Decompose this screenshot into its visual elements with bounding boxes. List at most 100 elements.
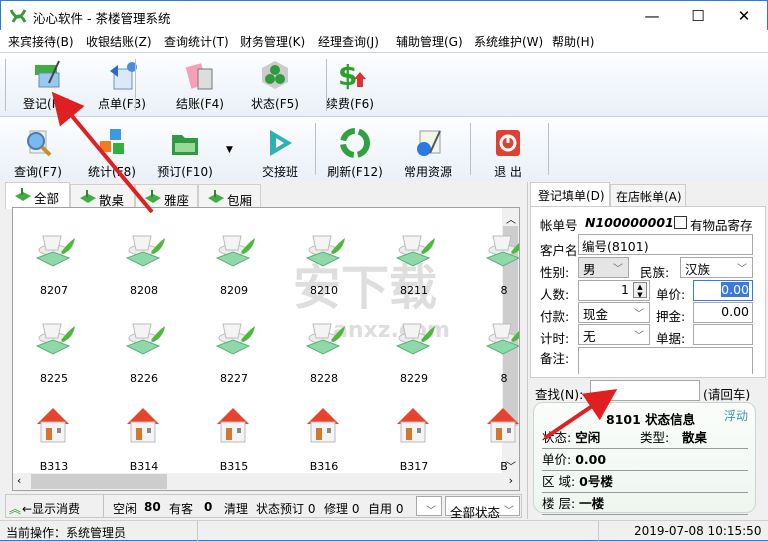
status-button[interactable]: 状态(F5) (240, 59, 310, 112)
room-tile[interactable]: 8 (459, 220, 519, 297)
room-tile[interactable]: 8226 (99, 308, 189, 385)
room-tile[interactable]: 8228 (279, 308, 369, 385)
refresh-button[interactable]: 刷新(F12) (320, 127, 390, 180)
stepper-arrows-icon[interactable]: ▲ ▼ (633, 282, 647, 299)
toolbar-label: 登记(F2) (23, 97, 71, 111)
tea-cup-icon (485, 323, 519, 355)
deposit-input[interactable]: 0.00 (693, 302, 753, 323)
timing-select[interactable]: 无 ﹀ (578, 324, 650, 345)
bill-no: N100000001 (585, 215, 674, 230)
find-input[interactable] (590, 380, 700, 401)
shift-handover-icon (270, 130, 292, 156)
exit-button[interactable]: 退 出 (473, 127, 543, 180)
svg-text:$: $ (338, 59, 357, 91)
status-dropdown-small[interactable]: ﹀ (416, 496, 442, 517)
tab-in-store-bills[interactable]: 在店帐单(A) (610, 184, 686, 206)
reserve-dropdown-arrow-icon[interactable]: ▼ (226, 145, 233, 155)
tab-1[interactable]: 散桌 (70, 184, 135, 209)
room-number: B317 (399, 460, 429, 473)
occupied-count: 0 (204, 500, 213, 514)
room-tile[interactable]: B315 (189, 396, 279, 473)
shift-handover-button[interactable]: 交接班 (245, 127, 315, 180)
house-icon (127, 408, 159, 443)
tea-cup-icon (125, 235, 165, 267)
tab-register-form[interactable]: 登记填单(D) (530, 182, 610, 206)
room-tile[interactable]: B317 (369, 396, 459, 473)
gender-select[interactable]: 男 ﹀ (578, 257, 629, 278)
tab-leaf-icon (145, 190, 161, 203)
ethnic-select[interactable]: 汉族 ﹀ (680, 257, 753, 278)
find-label: 查找(N): (535, 387, 584, 402)
menu-item[interactable]: 查询统计(T) (164, 33, 229, 50)
menu-item[interactable]: 收银结账(Z) (86, 33, 152, 50)
window-title: 沁心软件 - 茶楼管理系统 (33, 11, 171, 26)
toolbar-label: 退 出 (494, 165, 522, 179)
room-number: B313 (39, 460, 69, 473)
toolbar-primary: 登记(F2) 点单(F3) 结账(F4) 状态(F5) $ 续费(F6) (0, 52, 768, 116)
menu-item[interactable]: 系统维护(W) (474, 33, 543, 50)
toolbar-secondary: 查询(F7) 统计(F8) 预订(F10) 交接班 刷新(F12) 常用资源 退 出 ▼ (0, 116, 768, 181)
query-button[interactable]: 查询(F7) (3, 127, 73, 180)
room-tile[interactable]: 8 (459, 308, 519, 385)
status-filter-dropdown[interactable]: 全部状态 ﹀ (445, 496, 520, 520)
checkout-button[interactable]: 结账(F4) (165, 59, 235, 112)
chevron-up-icon[interactable]: ︽ (9, 500, 21, 517)
close-button[interactable]: ✕ (721, 1, 767, 31)
toolbar-label: 查询(F7) (14, 165, 62, 179)
statistics-button[interactable]: 统计(F8) (77, 127, 147, 180)
room-number: 8226 (130, 372, 158, 385)
room-tile[interactable]: 8208 (99, 220, 189, 297)
query-icon (27, 130, 52, 157)
receipt-label: 单据: (656, 331, 686, 346)
tea-cup-icon (395, 323, 435, 355)
maximize-button[interactable]: ☐ (675, 1, 721, 31)
checkout-icon (185, 63, 213, 90)
tab-leaf-icon (80, 190, 96, 203)
room-tile[interactable]: B (459, 396, 519, 473)
room-tile[interactable]: B313 (13, 396, 99, 473)
horizontal-scrollbar[interactable]: ‹ › (13, 473, 519, 490)
room-tile[interactable]: 8227 (189, 308, 279, 385)
customer-name-input[interactable]: 编号(8101) (578, 234, 753, 255)
menu-item[interactable]: 来宾接待(B) (8, 33, 74, 50)
room-tile[interactable]: B314 (99, 396, 189, 473)
room-number: 8210 (310, 284, 338, 297)
people-label: 人数: (540, 287, 570, 302)
tab-0[interactable]: 全部 (5, 182, 70, 209)
deposit-items-checkbox[interactable] (674, 216, 687, 229)
room-tile[interactable]: 8210 (279, 220, 369, 297)
area-value: 0号楼 (579, 474, 613, 489)
minimize-button[interactable]: — (629, 1, 675, 31)
resources-button[interactable]: 常用资源 (393, 127, 463, 180)
float-link[interactable]: 浮动 (724, 407, 748, 424)
menu-item[interactable]: 经理查询(J) (318, 33, 379, 50)
room-tile[interactable]: B316 (279, 396, 369, 473)
receipt-input[interactable] (693, 324, 753, 345)
room-tile[interactable]: 8225 (13, 308, 99, 385)
tab-3[interactable]: 包厢 (198, 184, 261, 209)
show-consumption-toggle[interactable]: ←显示消费 (22, 500, 80, 517)
room-tile[interactable]: 8207 (13, 220, 99, 297)
separator (470, 123, 471, 175)
order-button[interactable]: 点单(F3) (87, 59, 157, 112)
room-tile[interactable]: 8229 (369, 308, 459, 385)
tab-2[interactable]: 雅座 (135, 184, 198, 209)
toolbar-label: 续费(F6) (326, 97, 374, 111)
note-textarea[interactable] (578, 347, 753, 374)
customer-label: 客户名 (540, 243, 578, 258)
current-operator: 当前操作：系统管理员 (6, 526, 127, 540)
info-title: 8101 状态信息 (606, 412, 696, 427)
register-button[interactable]: 登记(F2) (12, 59, 82, 112)
refresh-icon (340, 128, 370, 158)
menu-item[interactable]: 辅助管理(G) (396, 33, 463, 50)
room-number: 8 (500, 284, 508, 297)
type-value: 散桌 (682, 430, 708, 445)
price-input[interactable]: 0.00 (693, 280, 753, 301)
reserve-count: 状态预订 0 (256, 502, 316, 516)
menu-item[interactable]: 财务管理(K) (240, 33, 305, 50)
menu-item[interactable]: 帮助(H) (552, 33, 594, 50)
payment-select[interactable]: 现金 ﹀ (578, 302, 650, 323)
reserve-button[interactable]: 预订(F10) (150, 127, 220, 180)
room-tile[interactable]: 8211 (369, 220, 459, 297)
room-tile[interactable]: 8209 (189, 220, 279, 297)
